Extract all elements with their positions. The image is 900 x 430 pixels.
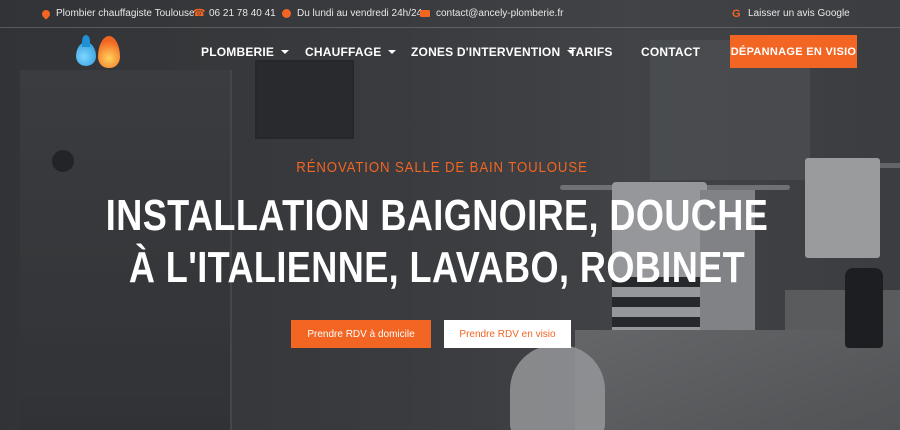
chevron-down-icon [388,50,397,54]
nav-item-zones[interactable]: ZONES D'INTERVENTION [411,45,576,59]
rdv-visio-button[interactable]: Prendre RDV en visio [444,320,571,348]
clock-icon [282,9,291,18]
phone-link[interactable]: ☎ 06 21 78 40 41 [193,8,276,19]
headline-line-1: INSTALLATION BAIGNOIRE, DOUCHE [105,191,769,240]
nav-label: PLOMBERIE [201,45,275,59]
water-drop-icon [76,35,96,66]
nav-label: ZONES D'INTERVENTION [411,45,561,59]
phone-icon: ☎ [193,7,206,19]
nav-item-chauffage[interactable]: CHAUFFAGE [305,45,397,59]
hero-eyebrow: RÉNOVATION SALLE DE BAIN TOULOUSE [296,159,588,176]
location-info: Plombier chauffagiste Toulouse [40,7,195,20]
google-icon: G [732,7,741,20]
top-info-bar: Plombier chauffagiste Toulouse ☎ 06 21 7… [0,0,900,28]
location-text: Plombier chauffagiste Toulouse [56,8,195,19]
nav-label: CHAUFFAGE [305,45,382,59]
site-logo[interactable] [76,35,124,70]
nav-item-plomberie[interactable]: PLOMBERIE [201,45,290,59]
depannage-visio-button[interactable]: DÉPANNAGE EN VISIO [730,35,857,68]
hours-info: Du lundi au vendredi 24h/24 [282,8,422,19]
phone-text: 06 21 78 40 41 [209,8,276,19]
chevron-down-icon [281,50,290,54]
nav-label: CONTACT [641,45,701,59]
hero-headline: INSTALLATION BAIGNOIRE, DOUCHE À L'ITALI… [0,190,874,294]
flame-icon [98,36,120,68]
email-link[interactable]: contact@ancely-plomberie.fr [420,8,563,19]
mail-icon [420,10,430,17]
nav-item-tarifs[interactable]: TARIFS [569,45,613,59]
nav-label: TARIFS [569,45,613,59]
hours-text: Du lundi au vendredi 24h/24 [297,8,423,19]
google-review-link[interactable]: G Laisser un avis Google [732,8,850,19]
map-pin-icon [40,7,52,20]
email-text: contact@ancely-plomberie.fr [436,8,564,19]
nav-item-contact[interactable]: CONTACT [641,45,700,59]
review-text: Laisser un avis Google [748,8,850,19]
headline-line-2: À L'ITALIENNE, LAVABO, ROBINET [128,243,746,292]
rdv-domicile-button[interactable]: Prendre RDV à domicile [291,320,431,348]
